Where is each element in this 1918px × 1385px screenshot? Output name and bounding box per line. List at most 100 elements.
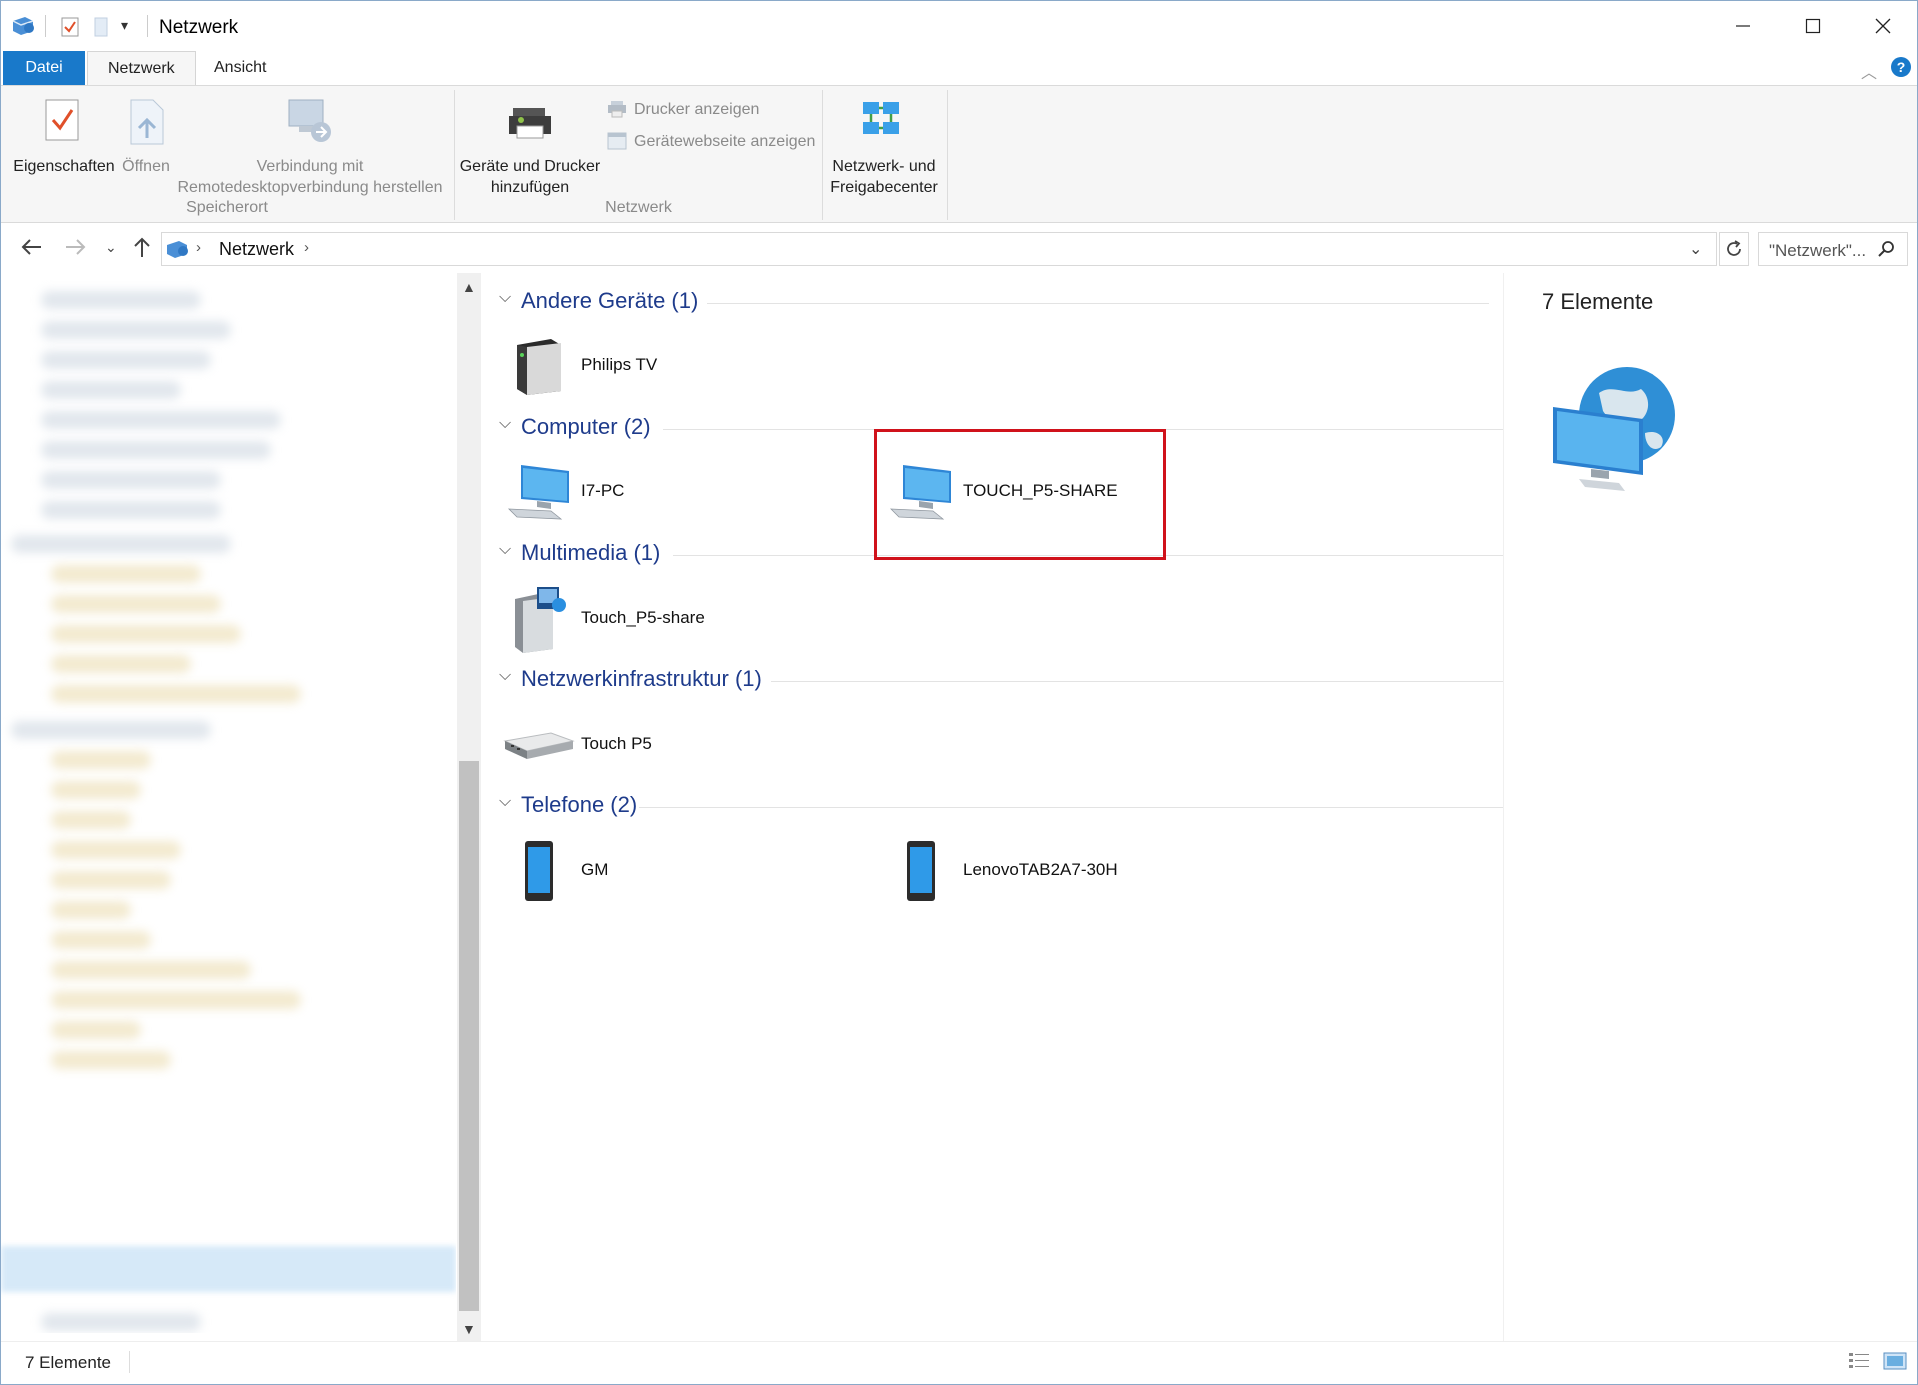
nav-item[interactable] — [41, 1313, 201, 1331]
add-devices-label-line1: Geräte und Drucker — [459, 158, 601, 175]
refresh-button[interactable] — [1719, 232, 1749, 266]
nav-item[interactable] — [51, 595, 221, 613]
navigation-pane[interactable] — [1, 273, 456, 1333]
details-view-icon[interactable] — [1848, 1351, 1870, 1371]
new-folder-qat-icon[interactable] — [93, 17, 109, 37]
nav-item[interactable] — [41, 351, 211, 369]
large-icons-view-icon[interactable] — [1883, 1351, 1907, 1371]
nav-item[interactable] — [51, 751, 151, 769]
item-label: GM — [581, 860, 609, 879]
up-arrow-icon — [134, 237, 150, 257]
highlight-box — [874, 429, 1166, 560]
ribbon-separator — [822, 90, 823, 220]
group-header-computer[interactable]: Computer (2) — [521, 414, 651, 440]
eigenschaften-button[interactable]: Eigenschaften — [9, 94, 119, 175]
address-dropdown-icon[interactable]: ⌄ — [1689, 239, 1702, 259]
nav-item[interactable] — [41, 411, 281, 429]
network-item[interactable]: GM — [501, 835, 781, 905]
group-header-netzwerkinfrastruktur[interactable]: Netzwerkinfrastruktur (1) — [521, 666, 762, 692]
nav-item[interactable] — [51, 625, 241, 643]
nav-item[interactable] — [11, 721, 211, 739]
nav-item[interactable] — [51, 991, 301, 1009]
forward-button[interactable] — [64, 235, 88, 265]
network-item[interactable]: Philips TV — [501, 333, 781, 399]
nav-item[interactable] — [51, 811, 131, 829]
nav-item[interactable] — [41, 321, 231, 339]
nav-item[interactable] — [41, 291, 201, 309]
item-label: LenovoTAB2A7-30H — [963, 860, 1118, 879]
nav-item[interactable] — [51, 871, 171, 889]
nav-item[interactable] — [51, 901, 131, 919]
drucker-anzeigen-button[interactable]: Drucker anzeigen — [607, 98, 807, 122]
nav-item[interactable] — [51, 841, 181, 859]
nav-item[interactable] — [51, 1021, 141, 1039]
nav-item[interactable] — [41, 471, 221, 489]
help-icon[interactable]: ? — [1891, 57, 1911, 77]
back-button[interactable] — [19, 235, 43, 265]
nav-item[interactable] — [51, 565, 201, 583]
group-collapse-icon[interactable]: ⌵ — [499, 415, 511, 433]
add-devices-printers-button[interactable]: Geräte und Drucker hinzufügen — [459, 94, 601, 196]
nav-item[interactable] — [11, 535, 231, 553]
tab-datei[interactable]: Datei — [3, 51, 85, 85]
search-icon[interactable] — [1877, 240, 1895, 258]
remote-desktop-button[interactable]: Verbindung mit Remotedesktopverbindung h… — [177, 94, 443, 196]
status-bar — [1, 1341, 1917, 1385]
tab-netzwerk[interactable]: Netzwerk — [87, 51, 196, 86]
group-collapse-icon[interactable]: ⌵ — [499, 541, 511, 559]
breadcrumb-netzwerk[interactable]: Netzwerk — [219, 239, 294, 260]
group-header-telefone[interactable]: Telefone (2) — [521, 792, 637, 818]
scroll-down-icon[interactable]: ▼ — [462, 1321, 476, 1337]
maximize-button[interactable] — [1778, 1, 1848, 51]
group-label-netzwerk: Netzwerk — [605, 199, 672, 216]
network-globe-icon — [1553, 367, 1675, 491]
network-item[interactable]: LenovoTAB2A7-30H — [883, 835, 1163, 905]
nav-scrollbar-thumb[interactable] — [459, 761, 479, 1311]
group-collapse-icon[interactable]: ⌵ — [499, 667, 511, 685]
status-item-count: 7 Elemente — [25, 1353, 111, 1372]
group-header-multimedia[interactable]: Multimedia (1) — [521, 540, 660, 566]
nav-item[interactable] — [41, 501, 221, 519]
minimize-icon — [1736, 25, 1750, 27]
address-bar[interactable]: › Netzwerk › ⌄ — [161, 232, 1717, 266]
nav-item[interactable] — [51, 931, 151, 949]
nav-item[interactable] — [51, 1051, 171, 1069]
qat-dropdown-icon[interactable]: ▾ — [121, 17, 128, 34]
breadcrumb-chevron-icon[interactable]: › — [196, 239, 201, 256]
scroll-up-icon[interactable]: ▲ — [462, 279, 476, 295]
minimize-button[interactable] — [1708, 1, 1778, 51]
devices-printers-icon — [509, 108, 551, 139]
item-label: Philips TV — [581, 355, 658, 374]
group-header-andere-geraete[interactable]: Andere Geräte (1) — [521, 288, 698, 314]
nav-item[interactable] — [51, 655, 191, 673]
ribbon-separator — [454, 90, 455, 220]
tab-ansicht[interactable]: Ansicht — [194, 51, 286, 85]
group-collapse-icon[interactable]: ⌵ — [499, 793, 511, 811]
network-location-icon — [167, 241, 188, 258]
up-button[interactable] — [130, 235, 154, 265]
open-icon — [130, 99, 164, 145]
close-button[interactable] — [1848, 1, 1918, 51]
nav-item[interactable] — [41, 381, 181, 399]
network-item[interactable]: I7-PC — [501, 459, 781, 525]
nav-item[interactable] — [51, 781, 141, 799]
media-device-icon — [515, 587, 566, 653]
network-item[interactable]: Touch_P5-share — [501, 583, 781, 653]
network-sharing-center-button[interactable]: Netzwerk- und Freigabecenter — [825, 94, 943, 196]
nav-item[interactable] — [51, 961, 251, 979]
geraetewebseite-button[interactable]: Gerätewebseite anzeigen — [607, 130, 817, 154]
nav-item[interactable] — [51, 685, 301, 703]
group-collapse-icon[interactable]: ⌵ — [499, 289, 511, 307]
nav-item-selected[interactable] — [1, 1246, 456, 1292]
network-item[interactable]: Touch P5 — [501, 709, 781, 779]
details-count: 7 Elemente — [1542, 289, 1654, 314]
network-folder-icon[interactable] — [11, 13, 35, 37]
nav-item[interactable] — [41, 441, 271, 459]
properties-qat-icon[interactable] — [61, 17, 79, 37]
collapse-ribbon-icon[interactable]: ︿ — [1861, 59, 1877, 83]
recent-locations-icon[interactable]: ⌄ — [105, 239, 117, 256]
oeffnen-label: Öffnen — [122, 158, 170, 175]
remote-desktop-icon — [288, 99, 331, 142]
oeffnen-button[interactable]: Öffnen — [117, 94, 175, 175]
breadcrumb-chevron-icon[interactable]: › — [304, 239, 309, 256]
